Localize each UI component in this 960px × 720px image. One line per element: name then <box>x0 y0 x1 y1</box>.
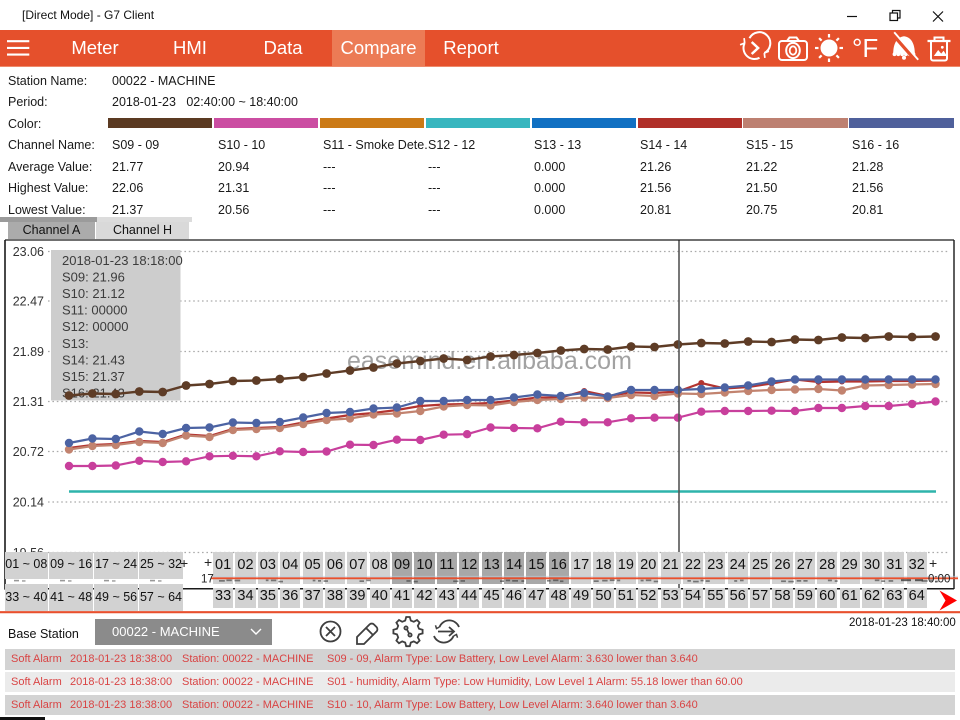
svg-text:S14: 21.43: S14: 21.43 <box>62 352 125 367</box>
svg-text:S11: 00000: S11: 00000 <box>62 303 128 318</box>
svg-text:22.47: 22.47 <box>13 294 44 308</box>
svg-text:20.14: 20.14 <box>13 495 44 509</box>
svg-text:21.31: 21.31 <box>13 395 44 409</box>
svg-text:21.89: 21.89 <box>13 345 44 359</box>
svg-text:0:00: 0:00 <box>928 574 950 586</box>
svg-text:S12: 00000: S12: 00000 <box>62 319 129 334</box>
svg-text:S09: 21.96: S09: 21.96 <box>62 269 125 284</box>
svg-text:20.72: 20.72 <box>13 445 44 459</box>
svg-text:easemind.en.alibaba.com: easemind.en.alibaba.com <box>347 347 632 375</box>
svg-text:S10: 21.12: S10: 21.12 <box>62 286 125 301</box>
svg-text:S13:: S13: <box>62 336 89 351</box>
svg-text:+: + <box>929 555 937 571</box>
svg-text:S15: 21.37: S15: 21.37 <box>62 369 125 384</box>
svg-text:17: 17 <box>201 574 214 586</box>
svg-text:+: + <box>180 555 188 571</box>
svg-text:+: + <box>204 554 212 570</box>
svg-text:2018-01-23 18:18:00: 2018-01-23 18:18:00 <box>62 253 183 268</box>
svg-text:23.06: 23.06 <box>13 245 44 259</box>
